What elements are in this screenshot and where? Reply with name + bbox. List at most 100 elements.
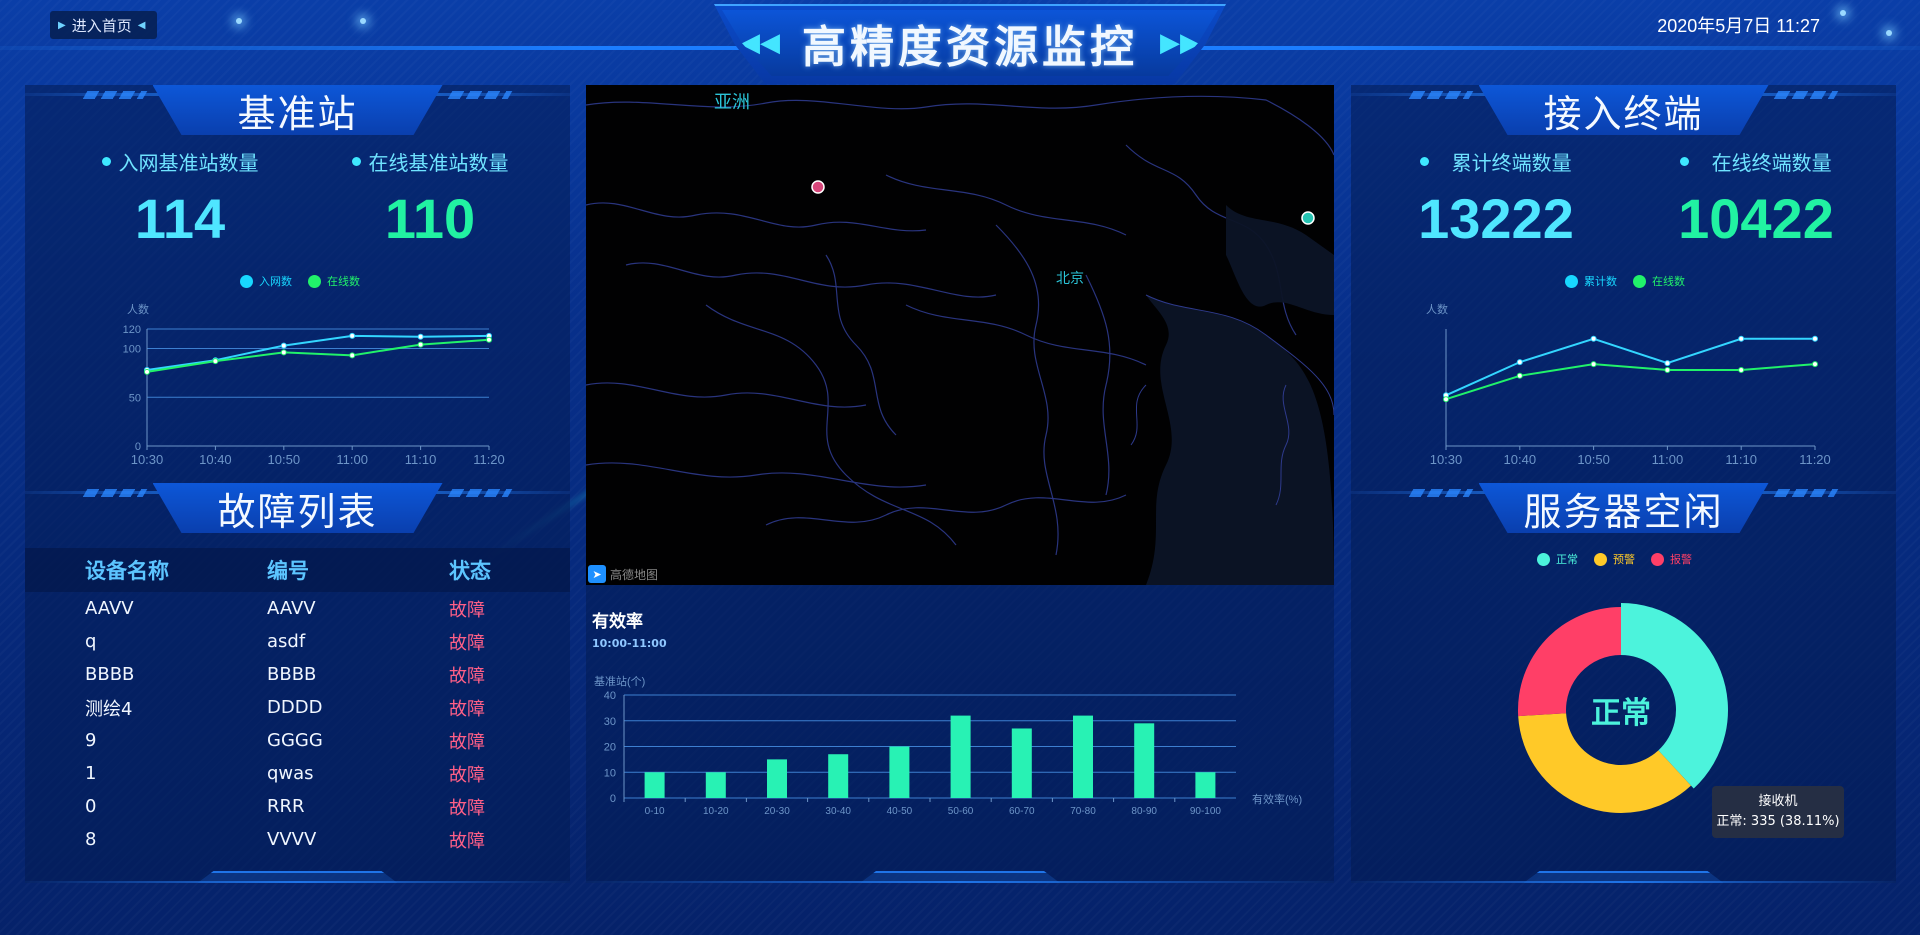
- bullet-icon: [101, 157, 111, 166]
- bar[interactable]: [705, 772, 726, 798]
- bar[interactable]: [950, 715, 971, 798]
- data-point[interactable]: [1738, 366, 1745, 373]
- fault-table: 设备名称 编号 状态 AAVV AAVV 故障 q asdf 故障 BBBB BBBB 故障 测绘…: [25, 548, 570, 856]
- bar[interactable]: [1073, 715, 1093, 798]
- column-header[interactable]: 编号: [267, 555, 449, 585]
- map-marker[interactable]: [811, 180, 825, 194]
- cell-device-name: 0: [85, 796, 97, 817]
- data-point[interactable]: [349, 332, 356, 339]
- stat-value: 13222: [1418, 187, 1574, 250]
- data-point[interactable]: [1516, 372, 1523, 379]
- legend-item[interactable]: 报警: [1651, 551, 1692, 567]
- tick-label: 10:30: [131, 452, 164, 467]
- bar[interactable]: [1195, 772, 1216, 798]
- bar[interactable]: [1011, 728, 1032, 798]
- tick-label: 40: [604, 690, 616, 702]
- legend-item[interactable]: 累计数: [1565, 273, 1617, 289]
- bullet-icon: [351, 157, 361, 166]
- data-point[interactable]: [1664, 366, 1671, 373]
- bar[interactable]: [889, 746, 910, 799]
- server-legend: 正常 预警 报警: [1537, 551, 1692, 567]
- terminals-legend: 累计数 在线数: [1565, 273, 1685, 289]
- column-header[interactable]: 状态: [449, 555, 549, 585]
- axis-label: 有效率(%): [1252, 792, 1302, 806]
- double-right-arrow-icon: ▶▶: [1160, 28, 1200, 58]
- bar[interactable]: [644, 772, 665, 798]
- tick-label: 100: [123, 344, 141, 356]
- data-point[interactable]: [1812, 335, 1818, 342]
- table-row[interactable]: BBBB BBBB 故障: [25, 658, 570, 691]
- legend-item[interactable]: 入网数: [240, 273, 292, 289]
- legend-item[interactable]: 在线数: [308, 273, 360, 289]
- base-station-header: 基准站: [25, 85, 570, 139]
- cell-code: RRR: [267, 796, 305, 817]
- center-panel-footer: [586, 869, 1334, 883]
- left-panel: 基准站 入网基准站数量 114 在线基准站数量 110 入网数 在线数 人数 0 5…: [25, 85, 570, 883]
- donut-tooltip: 接收机 正常: 335 (38.11%): [1712, 786, 1844, 838]
- efficiency-subtitle: 10:00-11:00: [592, 637, 667, 650]
- tick-label: 11:10: [405, 452, 437, 467]
- table-row[interactable]: 1 qwas 故障: [25, 757, 570, 790]
- tick-label: 10: [604, 767, 616, 779]
- cell-device-name: BBBB: [85, 664, 135, 685]
- legend-label: 在线数: [327, 275, 360, 288]
- data-point[interactable]: [349, 352, 356, 359]
- stat-joined-stations: 入网基准站数量 114: [55, 147, 305, 251]
- legend-item[interactable]: 正常: [1537, 551, 1578, 567]
- column-header[interactable]: 设备名称: [85, 555, 267, 585]
- datetime: 2020年5月7日 11:27: [1657, 16, 1820, 36]
- data-point[interactable]: [486, 336, 492, 343]
- data-point[interactable]: [1590, 361, 1597, 368]
- data-point[interactable]: [1664, 360, 1671, 367]
- data-point[interactable]: [144, 368, 150, 375]
- bullet-icon: [1420, 157, 1430, 166]
- donut-center-label: 正常: [1591, 696, 1651, 731]
- cell-code: asdf: [267, 631, 306, 652]
- data-point[interactable]: [417, 341, 424, 348]
- triangle-right-icon: ▶: [58, 19, 66, 31]
- data-point[interactable]: [417, 333, 424, 340]
- table-row[interactable]: 测绘4 DDDD 故障: [25, 691, 570, 724]
- data-point[interactable]: [1516, 359, 1523, 366]
- data-point[interactable]: [1812, 361, 1818, 368]
- bar[interactable]: [1134, 723, 1155, 798]
- right-panel-footer: [1351, 869, 1896, 883]
- legend-item[interactable]: 在线数: [1633, 273, 1685, 289]
- map-label-beijing: 北京: [1056, 271, 1084, 287]
- fault-list-header: 故障列表: [25, 483, 570, 537]
- legend-label: 正常: [1556, 553, 1578, 566]
- stat-online-terminals: 在线终端数量 10422: [1631, 147, 1881, 251]
- legend-item[interactable]: 预警: [1594, 551, 1635, 567]
- legend-label: 入网数: [259, 275, 292, 288]
- table-row[interactable]: 0 RRR 故障: [25, 790, 570, 823]
- data-point[interactable]: [212, 358, 219, 365]
- efficiency-panel: 有效率 10:00-11:00 基准站(个) 0 10 20 30 40 0-10 10-20…: [586, 585, 1334, 883]
- tick-label: 70-80: [1070, 806, 1096, 817]
- map[interactable]: 亚洲 北京 ➤ 高德地图: [586, 85, 1334, 585]
- home-button[interactable]: ▶ 进入首页 ◀: [50, 11, 158, 39]
- table-header: 设备名称 编号 状态: [25, 548, 570, 592]
- legend-label: 预警: [1613, 553, 1635, 566]
- table-row[interactable]: AAVV AAVV 故障: [25, 592, 570, 625]
- tick-label: 11:20: [473, 452, 505, 467]
- cell-device-name: 1: [85, 763, 97, 784]
- cell-status: 故障: [449, 731, 485, 753]
- table-row[interactable]: q asdf 故障: [25, 625, 570, 658]
- legend-label: 报警: [1670, 553, 1692, 566]
- glow-dot: [360, 18, 366, 24]
- data-point[interactable]: [1738, 335, 1745, 342]
- bar[interactable]: [767, 759, 787, 798]
- data-point[interactable]: [1590, 335, 1597, 342]
- map-marker[interactable]: [1301, 211, 1315, 225]
- map-watermark-label: 高德地图: [610, 567, 659, 582]
- base-station-title: 基准站: [152, 85, 443, 135]
- table-row[interactable]: 9 GGGG 故障: [25, 724, 570, 757]
- data-point[interactable]: [280, 342, 287, 349]
- bar[interactable]: [828, 754, 849, 798]
- glow-dot: [236, 18, 242, 24]
- tick-label: 11:10: [1725, 452, 1757, 467]
- data-point[interactable]: [280, 349, 287, 356]
- table-row[interactable]: 8 VVVV 故障: [25, 823, 570, 856]
- data-point[interactable]: [1443, 396, 1449, 403]
- cell-status: 故障: [449, 632, 485, 654]
